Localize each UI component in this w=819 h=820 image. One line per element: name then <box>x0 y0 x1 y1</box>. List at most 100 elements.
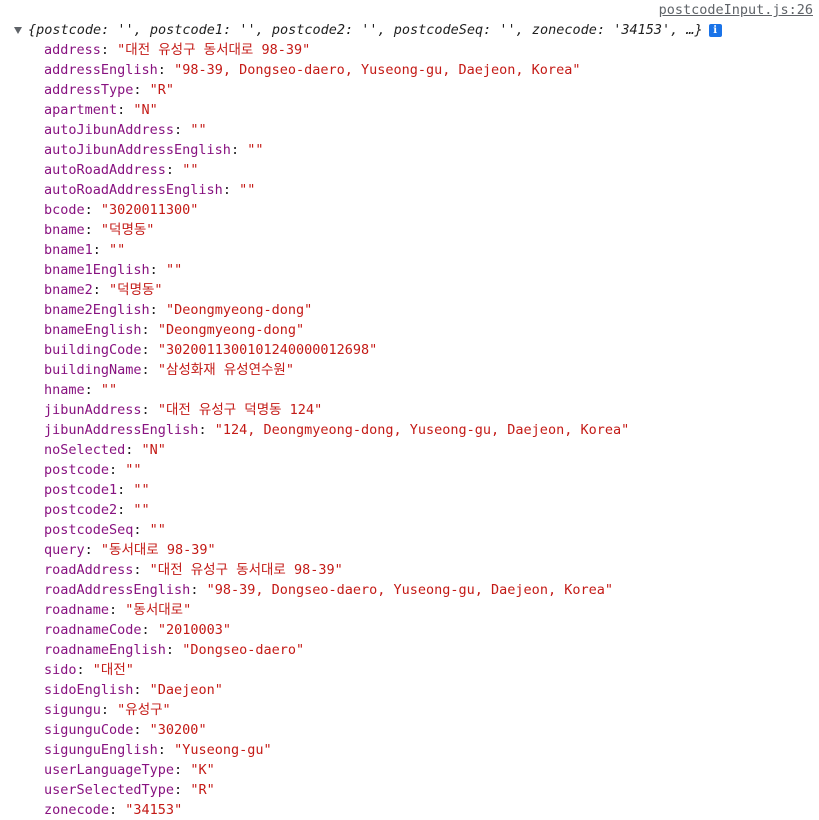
key-value-separator: : <box>157 62 175 78</box>
object-summary-row[interactable]: {postcode: '', postcode1: '', postcode2:… <box>14 20 722 40</box>
property-row: roadAddressEnglish: "98-39, Dongseo-daer… <box>44 580 629 600</box>
property-key: sigunguCode <box>44 722 134 738</box>
key-value-separator: : <box>92 282 110 298</box>
key-value-separator: : <box>109 802 126 818</box>
property-row: buildingName: "삼성화재 유성연수원" <box>44 360 629 380</box>
property-key: query <box>44 542 85 558</box>
key-value-separator: : <box>125 442 142 458</box>
property-key: postcode1 <box>44 482 118 498</box>
property-key: addressType <box>44 82 134 98</box>
property-key: sigungu <box>44 702 101 718</box>
property-value: "Dongseo-daero" <box>182 642 305 658</box>
property-value: "R" <box>149 82 175 98</box>
property-key: bcode <box>44 202 85 218</box>
property-key: postcode <box>44 462 110 478</box>
property-row: jibunAddress: "대전 유성구 덕명동 124" <box>44 400 629 420</box>
property-value: "대전 유성구 덕명동 124" <box>157 402 323 418</box>
property-row: buildingCode: "3020011300101240000012698… <box>44 340 629 360</box>
key-value-separator: : <box>133 722 150 738</box>
property-value: "Deongmyeong-dong" <box>165 302 313 318</box>
key-value-separator: : <box>174 122 191 138</box>
key-value-separator: : <box>141 402 158 418</box>
key-value-separator: : <box>165 162 183 178</box>
property-row: postcode2: "" <box>44 500 629 520</box>
property-key: sigunguEnglish <box>44 742 158 758</box>
property-value: "" <box>165 262 183 278</box>
key-value-separator: : <box>117 102 134 118</box>
object-preview: {postcode: '', postcode1: '', postcode2:… <box>28 22 703 38</box>
property-row: postcodeSeq: "" <box>44 520 629 540</box>
property-row: noSelected: "N" <box>44 440 629 460</box>
property-row: bnameEnglish: "Deongmyeong-dong" <box>44 320 629 340</box>
property-value: "N" <box>141 442 166 458</box>
key-value-separator: : <box>141 322 158 338</box>
property-value: "" <box>133 502 150 518</box>
property-value: "2010003" <box>157 622 231 638</box>
key-value-separator: : <box>84 222 101 238</box>
property-row: addressEnglish: "98-39, Dongseo-daero, Y… <box>44 60 629 80</box>
property-value: "Deongmyeong-dong" <box>157 322 305 338</box>
key-value-separator: : <box>100 702 118 718</box>
property-value: "대전" <box>92 662 134 678</box>
property-row: bname2: "덕명동" <box>44 280 629 300</box>
property-row: bname1: "" <box>44 240 629 260</box>
key-value-separator: : <box>165 642 183 658</box>
property-key: userLanguageType <box>44 762 175 778</box>
property-row: sidoEnglish: "Daejeon" <box>44 680 629 700</box>
property-row: address: "대전 유성구 동서대로 98-39" <box>44 40 629 60</box>
property-value: "3020011300" <box>100 202 199 218</box>
property-row: roadnameCode: "2010003" <box>44 620 629 640</box>
property-row: bname2English: "Deongmyeong-dong" <box>44 300 629 320</box>
property-key: buildingName <box>44 362 142 378</box>
property-key: zonecode <box>44 802 110 818</box>
key-value-separator: : <box>133 82 150 98</box>
property-value: "유성구" <box>117 702 171 718</box>
property-key: roadAddressEnglish <box>44 582 191 598</box>
property-key: postcode2 <box>44 502 118 518</box>
key-value-separator: : <box>109 602 126 618</box>
property-row: postcode1: "" <box>44 480 629 500</box>
property-value: "" <box>125 462 142 478</box>
property-key: roadname <box>44 602 110 618</box>
key-value-separator: : <box>174 782 191 798</box>
property-value: "30200" <box>149 722 207 738</box>
key-value-separator: : <box>141 362 158 378</box>
property-value: "124, Deongmyeong-dong, Yuseong-gu, Daej… <box>214 422 630 438</box>
property-row: autoJibunAddress: "" <box>44 120 629 140</box>
property-value: "R" <box>190 782 215 798</box>
property-value: "덕명동" <box>100 222 155 238</box>
property-row: autoRoadAddressEnglish: "" <box>44 180 629 200</box>
key-value-separator: : <box>117 502 134 518</box>
property-key: jibunAddressEnglish <box>44 422 199 438</box>
key-value-separator: : <box>149 262 166 278</box>
property-row: bcode: "3020011300" <box>44 200 629 220</box>
property-value: "Yuseong-gu" <box>174 742 272 758</box>
property-value: "N" <box>133 102 158 118</box>
key-value-separator: : <box>141 342 158 358</box>
property-value: "Daejeon" <box>149 682 223 698</box>
property-value: "동서대로" <box>125 602 192 618</box>
property-key: roadnameEnglish <box>44 642 166 658</box>
expand-triangle-icon[interactable] <box>14 26 22 34</box>
source-link[interactable]: postcodeInput.js:26 <box>659 2 813 18</box>
info-icon[interactable]: i <box>708 23 722 37</box>
property-key: bname1 <box>44 242 93 258</box>
property-row: roadnameEnglish: "Dongseo-daero" <box>44 640 629 660</box>
property-value: "" <box>133 482 150 498</box>
key-value-separator: : <box>76 662 93 678</box>
property-row: query: "동서대로 98-39" <box>44 540 629 560</box>
property-key: sido <box>44 662 77 678</box>
key-value-separator: : <box>109 462 126 478</box>
property-row: autoRoadAddress: "" <box>44 160 629 180</box>
property-key: autoJibunAddressEnglish <box>44 142 231 158</box>
property-row: bname1English: "" <box>44 260 629 280</box>
key-value-separator: : <box>149 302 166 318</box>
key-value-separator: : <box>100 42 118 58</box>
property-key: hname <box>44 382 85 398</box>
key-value-separator: : <box>190 582 207 598</box>
property-value: "34153" <box>125 802 183 818</box>
property-key: bname1English <box>44 262 150 278</box>
property-value: "" <box>149 522 166 538</box>
property-key: roadnameCode <box>44 622 142 638</box>
property-row: userLanguageType: "K" <box>44 760 629 780</box>
